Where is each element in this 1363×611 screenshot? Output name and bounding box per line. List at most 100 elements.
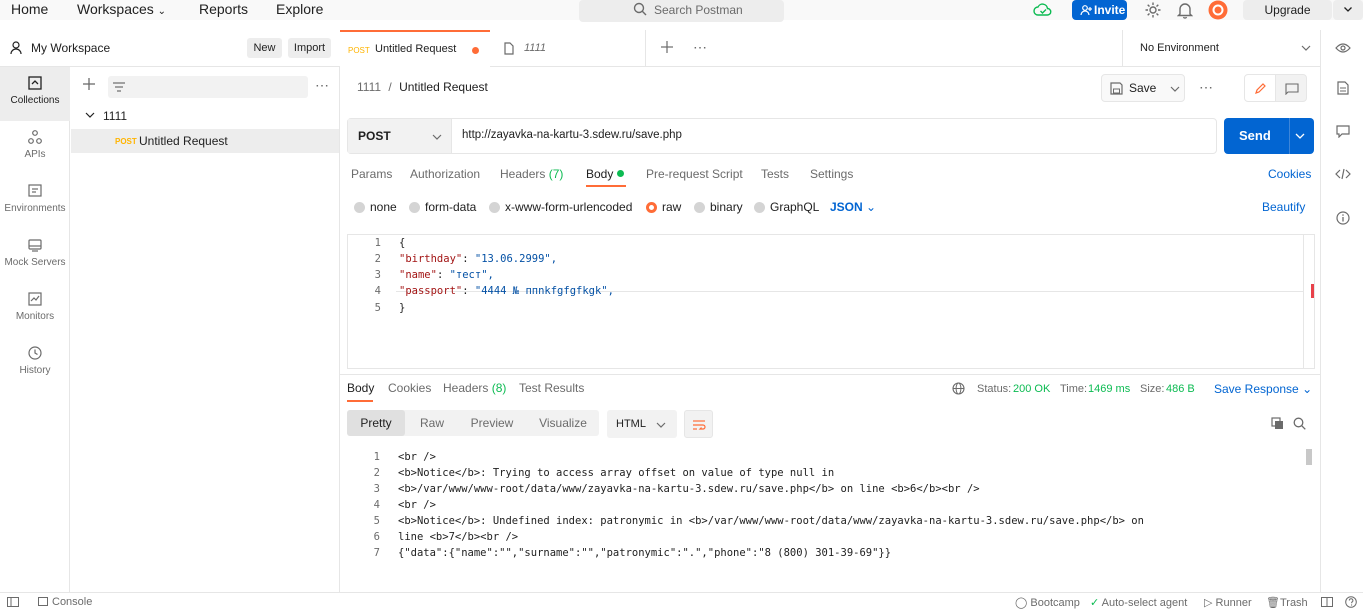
console-button[interactable]: Console <box>38 596 92 608</box>
toggle-sidebar-icon[interactable] <box>7 597 19 607</box>
bootcamp-button[interactable]: ◯ Bootcamp <box>1015 596 1080 609</box>
request-item[interactable]: POST Untitled Request <box>71 129 339 153</box>
beautify-button[interactable]: Beautify <box>1262 200 1305 214</box>
response-tab-cookies[interactable]: Cookies <box>388 381 431 395</box>
eye-icon[interactable] <box>1335 42 1351 54</box>
more-options-icon[interactable]: ⋯ <box>315 77 329 94</box>
tab-params[interactable]: Params <box>351 167 392 181</box>
new-button[interactable]: New <box>247 38 282 58</box>
search-input[interactable]: Search Postman <box>579 0 784 22</box>
view-pretty[interactable]: Pretty <box>347 410 405 436</box>
view-preview[interactable]: Preview <box>459 410 525 436</box>
trash-button[interactable]: 🗑Trash <box>1266 596 1308 609</box>
workspace-header: My Workspace New Import <box>0 30 340 67</box>
sidebar-item-environments[interactable]: Environments <box>0 175 70 229</box>
view-visualize[interactable]: Visualize <box>527 410 599 436</box>
raw-format-select[interactable]: JSON ⌄ <box>830 200 876 214</box>
url-input[interactable]: http://zayavka-na-kartu-3.sdew.ru/save.p… <box>462 129 682 141</box>
invite-button[interactable]: Invite <box>1072 0 1127 20</box>
code-line: } <box>399 302 406 314</box>
body-editor[interactable]: 1 { 2 "birthday": "13.06.2999", 3 "name"… <box>347 234 1315 369</box>
sidebar-item-collections[interactable]: Collections <box>0 67 70 121</box>
globe-icon[interactable] <box>952 382 965 395</box>
radio-none[interactable]: none <box>354 200 397 214</box>
two-pane-view-icon[interactable] <box>1321 597 1333 607</box>
code-line: <br /> <box>398 499 436 511</box>
info-icon[interactable] <box>1336 211 1350 225</box>
cookies-link[interactable]: Cookies <box>1268 167 1311 181</box>
breadcrumb-current[interactable]: Untitled Request <box>399 80 488 94</box>
radio-form-data[interactable]: form-data <box>409 200 476 214</box>
tab-1111[interactable]: 1111 <box>491 30 646 67</box>
response-scrollbar-thumb[interactable] <box>1306 449 1312 465</box>
request-more-icon[interactable]: ⋯ <box>1199 79 1213 96</box>
radio-dot-selected <box>646 202 657 213</box>
nav-home[interactable]: Home <box>11 1 48 17</box>
raw-format-value: JSON <box>830 200 863 214</box>
comments-icon[interactable] <box>1336 125 1350 138</box>
workspace-title[interactable]: My Workspace <box>31 41 110 55</box>
save-button[interactable]: Save <box>1101 74 1185 102</box>
chevron-down-icon[interactable] <box>1295 132 1305 140</box>
send-button[interactable]: Send <box>1224 118 1314 154</box>
tabs-more-icon[interactable]: ⋯ <box>693 39 707 56</box>
time-value[interactable]: 1469 ms <box>1088 383 1130 395</box>
radio-binary[interactable]: binary <box>694 200 743 214</box>
radio-x-www-form-urlencoded[interactable]: x-www-form-urlencoded <box>489 200 632 214</box>
environment-label: No Environment <box>1140 42 1219 54</box>
tab-settings[interactable]: Settings <box>810 167 853 181</box>
runner-button[interactable]: ▷ Runner <box>1204 596 1252 609</box>
sidebar-item-history[interactable]: History <box>0 337 70 391</box>
tab-tests[interactable]: Tests <box>761 167 789 181</box>
status-value[interactable]: 200 OK <box>1013 383 1050 395</box>
sidebar-item-monitors[interactable]: Monitors <box>0 283 70 337</box>
size-value[interactable]: 486 B <box>1166 383 1195 395</box>
tab-authorization[interactable]: Authorization <box>410 167 480 181</box>
save-response-button[interactable]: Save Response ⌄ <box>1214 382 1312 396</box>
nav-workspaces[interactable]: Workspaces ⌄ <box>77 1 166 17</box>
avatar[interactable] <box>1208 0 1228 20</box>
collection-item[interactable]: 1111 <box>71 104 339 128</box>
filter-input[interactable] <box>108 76 308 98</box>
documentation-icon[interactable] <box>1337 81 1349 95</box>
upgrade-dropdown-button[interactable] <box>1333 0 1363 20</box>
code-icon[interactable] <box>1335 168 1351 180</box>
save-icon <box>1110 82 1123 95</box>
gear-icon[interactable] <box>1144 1 1162 19</box>
comment-mode-toggle[interactable] <box>1275 74 1307 102</box>
environment-selector[interactable]: No Environment <box>1122 30 1320 67</box>
nav-explore[interactable]: Explore <box>276 1 323 17</box>
radio-graphql[interactable]: GraphQL <box>754 200 819 214</box>
response-tab-headers[interactable]: Headers (8) <box>443 381 506 395</box>
method-select[interactable]: POST <box>348 119 452 153</box>
radio-raw[interactable]: raw <box>646 200 681 214</box>
tab-body[interactable]: Body <box>586 167 624 181</box>
import-button[interactable]: Import <box>288 38 331 58</box>
wrap-lines-button[interactable] <box>684 410 713 438</box>
response-tab-test-results[interactable]: Test Results <box>519 381 584 395</box>
auto-select-agent-button[interactable]: ✓ Auto-select agent <box>1090 596 1187 609</box>
nav-reports[interactable]: Reports <box>199 1 248 17</box>
tab-untitled-request[interactable]: POST Untitled Request <box>340 30 490 67</box>
plus-icon[interactable] <box>82 77 96 91</box>
code-line: {"data":{"name":"","surname":"","patrony… <box>398 547 892 559</box>
response-format-select[interactable]: HTML <box>607 410 677 438</box>
tab-label: Body <box>586 167 614 181</box>
sync-status-icon[interactable] <box>1033 1 1053 19</box>
bell-icon[interactable] <box>1177 1 1193 19</box>
tab-headers[interactable]: Headers (7) <box>500 167 563 181</box>
edit-mode-toggle[interactable] <box>1244 74 1276 102</box>
tab-pre-request-script[interactable]: Pre-request Script <box>646 167 743 181</box>
view-raw[interactable]: Raw <box>407 410 457 436</box>
body-indicator-dot <box>616 170 624 177</box>
copy-icon[interactable] <box>1271 417 1284 430</box>
response-tab-body[interactable]: Body <box>347 381 374 395</box>
new-tab-icon[interactable] <box>661 41 673 53</box>
response-body-viewer[interactable]: 1 <br /> 2 <b>Notice</b>: Trying to acce… <box>347 449 1315 589</box>
upgrade-button[interactable]: Upgrade <box>1243 0 1332 20</box>
sidebar-item-apis[interactable]: APIs <box>0 121 70 175</box>
help-icon[interactable] <box>1345 596 1357 608</box>
sidebar-item-mock-servers[interactable]: Mock Servers <box>0 229 70 283</box>
breadcrumb-parent[interactable]: 1111 <box>357 80 381 94</box>
search-icon[interactable] <box>1293 417 1306 430</box>
